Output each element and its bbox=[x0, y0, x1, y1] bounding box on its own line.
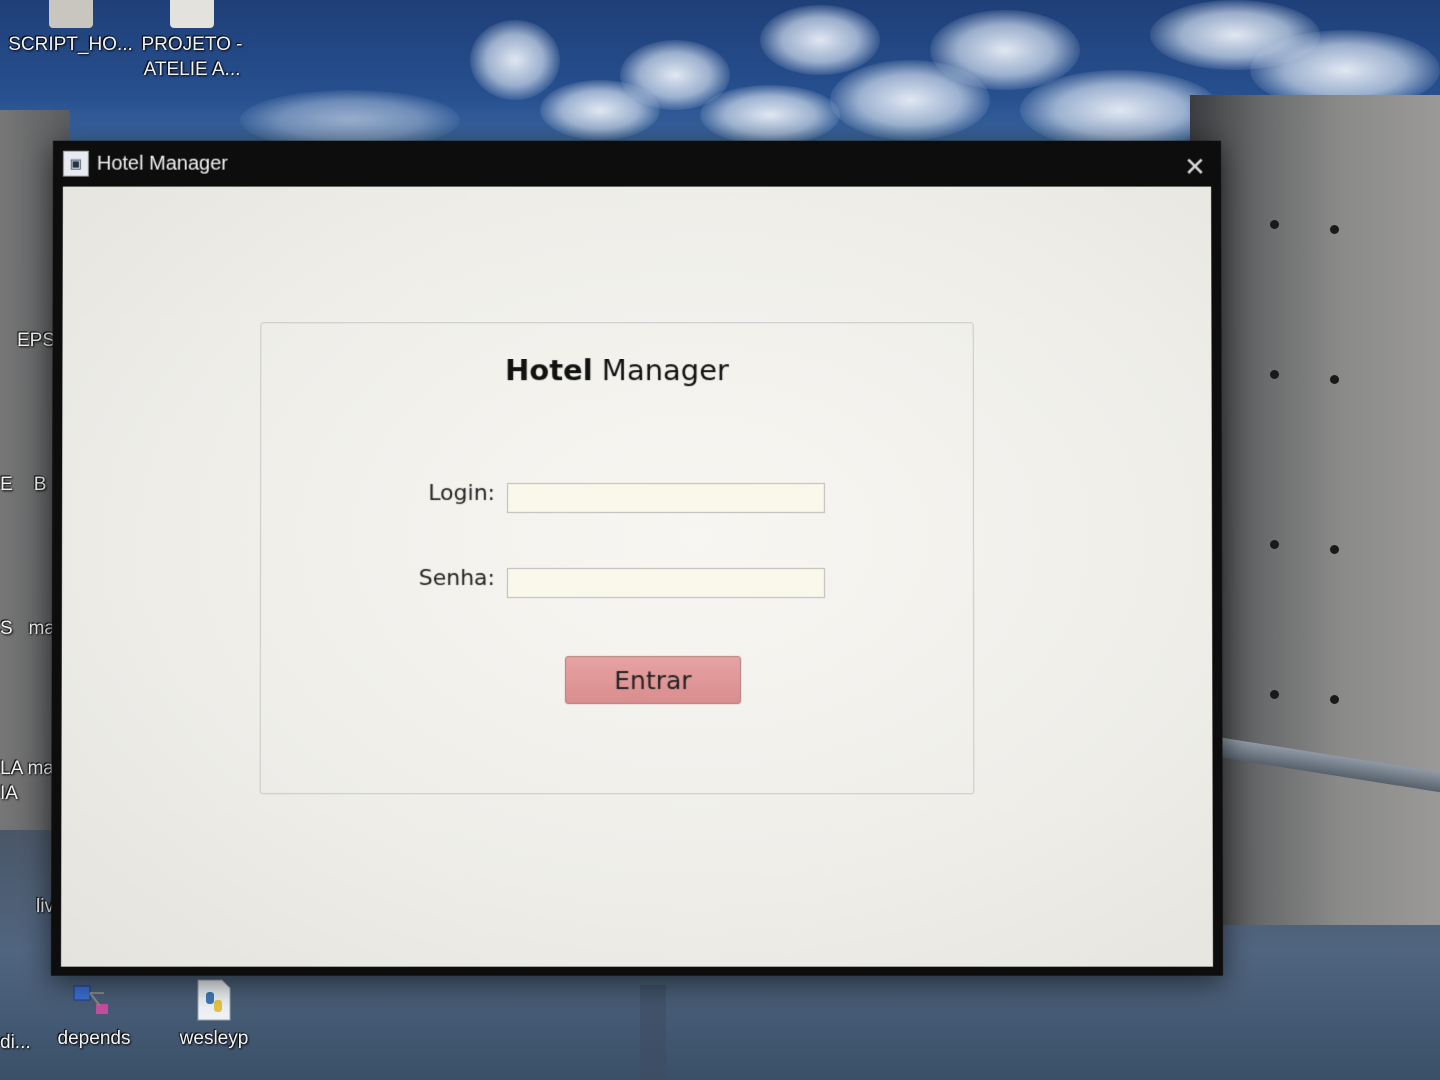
login-title: Hotel Manager bbox=[261, 353, 972, 387]
desktop-icon-label: PROJETO - ATELIE A... bbox=[141, 34, 243, 80]
desktop: SCRIPT_HO... PROJETO - ATELIE A... EPS E… bbox=[0, 0, 1440, 1080]
desktop-icon-di[interactable]: di... bbox=[0, 1030, 34, 1055]
python-icon bbox=[197, 979, 231, 1021]
document-icon bbox=[48, 0, 93, 28]
entrar-button[interactable]: Entrar bbox=[564, 656, 742, 705]
desktop-icon-wesleyp[interactable]: wesleyp bbox=[166, 978, 262, 1051]
depends-icon bbox=[73, 985, 108, 1014]
hotel-manager-window: ▣ Hotel Manager ✕ Hotel Manager Login: S… bbox=[50, 140, 1224, 976]
cloud bbox=[470, 20, 560, 100]
desktop-icon-script-ho[interactable]: SCRIPT_HO... bbox=[8, 0, 133, 57]
desktop-icon-label: SCRIPT_HO... bbox=[8, 34, 133, 55]
login-label: Login: bbox=[428, 481, 496, 507]
cloud bbox=[760, 5, 880, 75]
login-title-bold: Hotel bbox=[505, 353, 593, 388]
desktop-icon-projeto-atelie[interactable]: PROJETO - ATELIE A... bbox=[132, 0, 252, 82]
client-area: Hotel Manager Login: Senha: Entrar bbox=[61, 186, 1213, 967]
senha-label: Senha: bbox=[418, 565, 495, 592]
cloud bbox=[700, 85, 840, 145]
login-input[interactable] bbox=[507, 483, 825, 514]
desktop-icon-label: di... bbox=[0, 1032, 31, 1053]
document-icon bbox=[170, 0, 214, 28]
login-panel: Hotel Manager Login: Senha: Entrar bbox=[259, 322, 975, 795]
login-title-regular: Manager bbox=[592, 353, 729, 388]
title-bar[interactable]: ▣ Hotel Manager ✕ bbox=[53, 141, 1221, 187]
floor-strip bbox=[640, 985, 666, 1080]
concrete-wall-right bbox=[1190, 95, 1440, 925]
close-button[interactable]: ✕ bbox=[1181, 152, 1209, 183]
app-icon: ▣ bbox=[62, 150, 89, 177]
window-title: Hotel Manager bbox=[96, 152, 228, 175]
close-icon: ✕ bbox=[1184, 152, 1206, 183]
desktop-icon-depends[interactable]: depends bbox=[44, 982, 144, 1051]
senha-input[interactable] bbox=[506, 567, 826, 599]
desktop-icon-label: wesleyp bbox=[179, 1028, 249, 1049]
desktop-icon-label: depends bbox=[57, 1028, 131, 1049]
